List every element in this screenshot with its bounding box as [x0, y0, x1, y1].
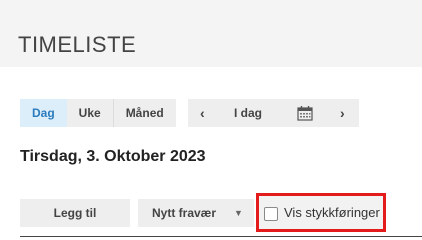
add-entry-button[interactable]: Legg til [20, 199, 130, 227]
new-absence-label: Nytt fravær [152, 206, 217, 220]
page-header: TIMELISTE [0, 0, 422, 67]
next-date-button[interactable]: › [340, 99, 345, 127]
selected-date-heading: Tirsdag, 3. Oktober 2023 [20, 148, 206, 165]
divider [20, 236, 422, 237]
chevron-down-icon: ▼ [234, 208, 243, 218]
show-piece-work-checkbox[interactable] [264, 207, 278, 221]
page-title: TIMELISTE [18, 32, 137, 57]
new-absence-dropdown-button[interactable]: Nytt fravær ▼ [138, 199, 254, 227]
view-week-button[interactable]: Uke [66, 99, 113, 127]
view-toggle-group: Dag Uke Måned [20, 99, 176, 127]
show-piece-work-highlight: Vis stykkføringer [256, 193, 386, 232]
calendar-icon[interactable] [297, 105, 313, 121]
show-piece-work-label[interactable]: Vis stykkføringer [284, 205, 380, 220]
date-navigation: ‹ I dag › [188, 99, 359, 127]
today-button[interactable]: I dag [234, 99, 262, 127]
previous-date-button[interactable]: ‹ [200, 99, 205, 127]
timesheet-page: TIMELISTE Dag Uke Måned ‹ I dag › Tirsda… [0, 0, 422, 238]
view-day-button[interactable]: Dag [20, 99, 67, 127]
view-month-button[interactable]: Måned [112, 99, 176, 127]
